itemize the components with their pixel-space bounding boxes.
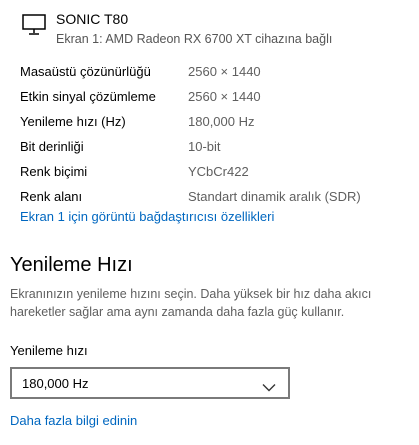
- info-value: 180,000 Hz: [188, 114, 255, 129]
- info-value: Standart dinamik aralık (SDR): [188, 189, 361, 204]
- display-name: SONIC T80: [56, 11, 129, 27]
- refresh-rate-selected-value: 180,000 Hz: [22, 375, 89, 391]
- chevron-down-icon: [262, 379, 276, 391]
- info-label: Renk biçimi: [20, 164, 88, 179]
- info-value: 10-bit: [188, 139, 221, 154]
- info-label: Yenileme hızı (Hz): [20, 114, 126, 129]
- display-header: SONIC T80 Ekran 1: AMD Radeon RX 6700 XT…: [22, 8, 332, 48]
- info-label: Masaüstü çözünürlüğü: [20, 64, 151, 79]
- info-row-color-space: Renk alanı Standart dinamik aralık (SDR): [20, 184, 410, 209]
- info-row-color-format: Renk biçimi YCbCr422: [20, 159, 410, 184]
- info-row-bit-depth: Bit derinliği 10-bit: [20, 134, 410, 159]
- display-info-table: Masaüstü çözünürlüğü 2560 × 1440 Etkin s…: [20, 59, 410, 209]
- section-title-refresh-rate: Yenileme Hızı: [10, 254, 133, 276]
- info-label: Etkin sinyal çözümleme: [20, 89, 156, 104]
- refresh-rate-field-label: Yenileme hızı: [10, 343, 88, 358]
- monitor-icon: [22, 14, 46, 36]
- info-row-refresh-rate: Yenileme hızı (Hz) 180,000 Hz: [20, 109, 410, 134]
- learn-more-link[interactable]: Daha fazla bilgi edinin: [10, 413, 137, 428]
- display-subtitle: Ekran 1: AMD Radeon RX 6700 XT cihazına …: [56, 32, 333, 46]
- info-value: YCbCr422: [188, 164, 249, 179]
- info-value: 2560 × 1440: [188, 89, 261, 104]
- info-label: Bit derinliği: [20, 139, 84, 154]
- display-text: SONIC T80 Ekran 1: AMD Radeon RX 6700 XT…: [56, 8, 332, 48]
- info-row-desktop-resolution: Masaüstü çözünürlüğü 2560 × 1440: [20, 59, 410, 84]
- refresh-rate-description: Ekranınızın yenileme hızını seçin. Daha …: [10, 287, 372, 319]
- info-value: 2560 × 1440: [188, 64, 261, 79]
- info-label: Renk alanı: [20, 189, 83, 204]
- display-adapter-properties-link[interactable]: Ekran 1 için görüntü bağdaştırıcısı özel…: [20, 209, 274, 224]
- info-row-active-signal-resolution: Etkin sinyal çözümleme 2560 × 1440: [20, 84, 410, 109]
- refresh-rate-dropdown[interactable]: 180,000 Hz: [10, 367, 290, 399]
